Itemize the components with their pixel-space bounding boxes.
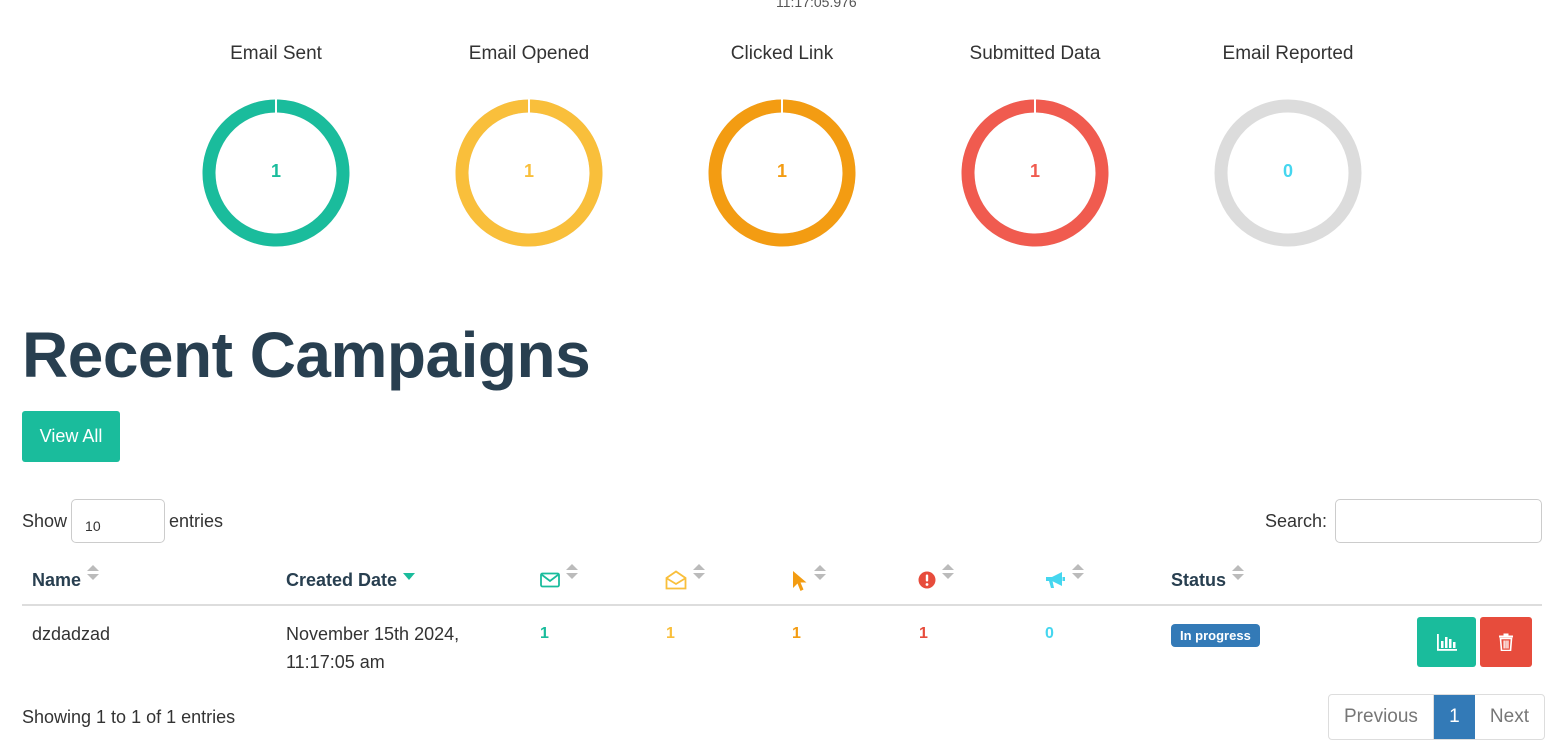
table-info: Showing 1 to 1 of 1 entries <box>22 707 236 727</box>
view-results-button[interactable] <box>1417 617 1476 667</box>
column-header-clicked[interactable] <box>792 565 826 592</box>
exclamation-circle-icon <box>918 571 936 589</box>
timestamp-text: 11:17:05.976 <box>776 0 857 10</box>
donut-clicked-link: Clicked Link 1 <box>682 44 882 248</box>
created-date-cell: November 15th 2024, 11:17:05 am <box>286 620 459 676</box>
page-length-select[interactable]: 10 <box>71 499 166 543</box>
envelope-open-icon <box>665 570 687 590</box>
table-header: Name Created Date Status <box>22 556 1542 606</box>
view-all-button[interactable]: View All <box>22 411 120 462</box>
previous-page-button[interactable]: Previous <box>1329 695 1434 739</box>
table-row: dzdadzad November 15th 2024, 11:17:05 am… <box>22 606 1542 688</box>
campaigns-table: Name Created Date Status dzdadzad Novemb… <box>22 556 1542 688</box>
page-1-button[interactable]: 1 <box>1433 695 1475 739</box>
search-label: Search: <box>1264 510 1327 531</box>
donut-chart: 1 <box>708 98 856 247</box>
sort-icon <box>1072 562 1084 582</box>
bar-chart-icon <box>1436 634 1457 651</box>
column-header-opened[interactable] <box>665 564 705 590</box>
donut-chart: 1 <box>455 98 603 247</box>
donut-title: Email Sent <box>230 43 322 64</box>
sort-icon <box>87 563 100 583</box>
donut-chart: 1 <box>202 98 350 247</box>
column-created-label: Created Date <box>286 570 398 590</box>
mouse-pointer-icon <box>793 571 807 591</box>
sort-desc-icon <box>403 573 416 580</box>
envelope-icon <box>540 572 560 588</box>
opened-count: 1 <box>666 625 675 642</box>
entries-label: entries <box>169 510 224 531</box>
status-cell: In progress <box>1171 620 1260 648</box>
column-header-sent[interactable] <box>540 564 578 590</box>
sort-icon <box>942 562 954 582</box>
sent-count: 1 <box>540 625 549 642</box>
next-page-button[interactable]: Next <box>1475 695 1544 739</box>
page-title: Recent Campaigns <box>22 319 591 391</box>
donut-value: 1 <box>1030 161 1040 181</box>
column-status-label: Status <box>1171 570 1227 590</box>
donut-value: 1 <box>777 161 787 181</box>
donut-email-reported: Email Reported 0 <box>1188 44 1388 248</box>
column-header-status[interactable]: Status <box>1171 564 1245 591</box>
search-input[interactable] <box>1335 499 1542 543</box>
table-search: Search: <box>1265 499 1542 543</box>
donut-email-opened: Email Opened 1 <box>429 44 629 248</box>
reported-count: 0 <box>1045 625 1054 642</box>
sort-icon <box>566 562 578 582</box>
show-label: Show <box>22 510 68 531</box>
created-date-line1: November 15th 2024, <box>286 624 460 644</box>
sort-icon <box>693 562 705 582</box>
submitted-count: 1 <box>919 625 928 642</box>
campaign-name: dzdadzad <box>32 624 111 644</box>
donut-value: 1 <box>524 161 534 181</box>
donut-title: Email Opened <box>468 43 590 64</box>
donut-email-sent: Email Sent 1 <box>176 44 376 248</box>
bullhorn-icon <box>1046 572 1065 588</box>
donut-value: 0 <box>1283 161 1293 181</box>
donut-submitted-data: Submitted Data 1 <box>935 44 1135 248</box>
column-header-reported[interactable] <box>1044 564 1084 590</box>
stats-donuts: Email Sent 1 Email Opened 1 Clicked Link… <box>0 44 1552 264</box>
column-header-submitted[interactable] <box>918 564 954 590</box>
sort-icon <box>1232 563 1245 583</box>
pagination: Previous 1 Next <box>1328 694 1545 740</box>
clicked-count: 1 <box>792 625 801 642</box>
column-header-name[interactable]: Name <box>32 564 100 591</box>
column-name-label: Name <box>32 570 82 590</box>
trash-icon <box>1499 633 1513 651</box>
donut-value: 1 <box>271 161 281 181</box>
donut-chart: 1 <box>961 98 1109 247</box>
donut-title: Email Reported <box>1222 43 1354 64</box>
donut-title: Clicked Link <box>730 43 834 64</box>
donut-chart: 0 <box>1214 99 1362 247</box>
donut-title: Submitted Data <box>969 43 1101 64</box>
delete-campaign-button[interactable] <box>1480 617 1532 667</box>
column-header-created-date[interactable]: Created Date <box>286 570 416 591</box>
status-badge: In progress <box>1171 624 1260 647</box>
table-body: dzdadzad November 15th 2024, 11:17:05 am… <box>22 606 1542 688</box>
created-date-line2: 11:17:05 am <box>286 652 385 672</box>
page-length-control: Show 10 entries <box>22 499 223 543</box>
sort-icon <box>814 563 826 583</box>
